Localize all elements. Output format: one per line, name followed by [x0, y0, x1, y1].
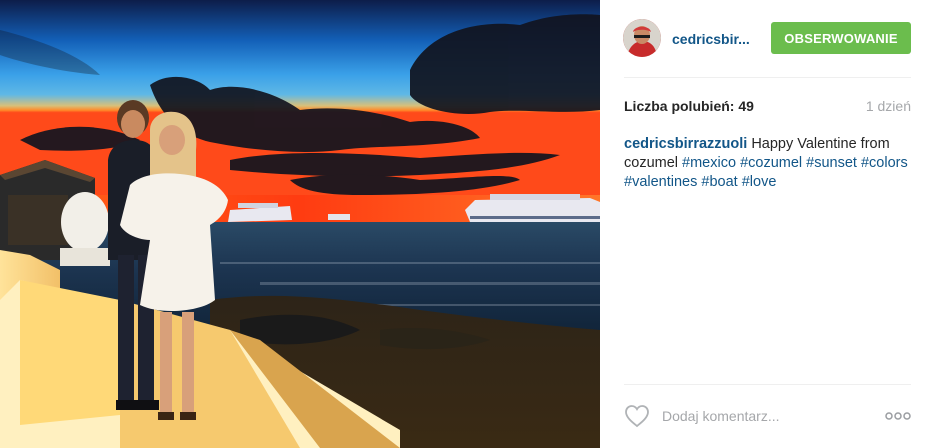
comment-input[interactable] — [662, 406, 852, 426]
post-time[interactable]: 1 dzień — [866, 98, 911, 114]
avatar-image — [623, 19, 661, 57]
follow-button[interactable]: OBSERWOWANIE — [771, 22, 911, 54]
caption-username[interactable]: cedricsbirrazzuoli — [624, 136, 747, 152]
avatar[interactable] — [623, 19, 661, 57]
hashtag-colors[interactable]: #colors — [861, 155, 908, 171]
like-button[interactable] — [624, 404, 650, 428]
sunset-beach-photo — [0, 0, 600, 448]
post-caption: cedricsbirrazzuoli Happy Valentine from … — [624, 135, 911, 192]
more-options-button[interactable] — [884, 408, 912, 424]
divider — [624, 384, 911, 385]
hashtag-love[interactable]: #love — [742, 174, 777, 190]
post-photo[interactable] — [0, 0, 600, 448]
heart-outline-icon — [625, 405, 649, 428]
hashtag-mexico[interactable]: #mexico — [682, 155, 736, 171]
post-details-panel: cedricsbir... OBSERWOWANIE Liczba polubi… — [600, 0, 933, 448]
username-link[interactable]: cedricsbir... — [672, 31, 750, 47]
divider — [624, 77, 911, 78]
more-options-icon — [885, 412, 911, 420]
post-header: cedricsbir... OBSERWOWANIE — [600, 0, 933, 78]
hashtag-cozumel[interactable]: #cozumel — [740, 155, 802, 171]
likes-count[interactable]: Liczba polubień: 49 — [624, 98, 754, 114]
hashtag-valentines[interactable]: #valentines — [624, 174, 697, 190]
hashtag-boat[interactable]: #boat — [701, 174, 737, 190]
hashtag-sunset[interactable]: #sunset — [806, 155, 857, 171]
likes-row: Liczba polubień: 49 1 dzień — [624, 98, 911, 118]
